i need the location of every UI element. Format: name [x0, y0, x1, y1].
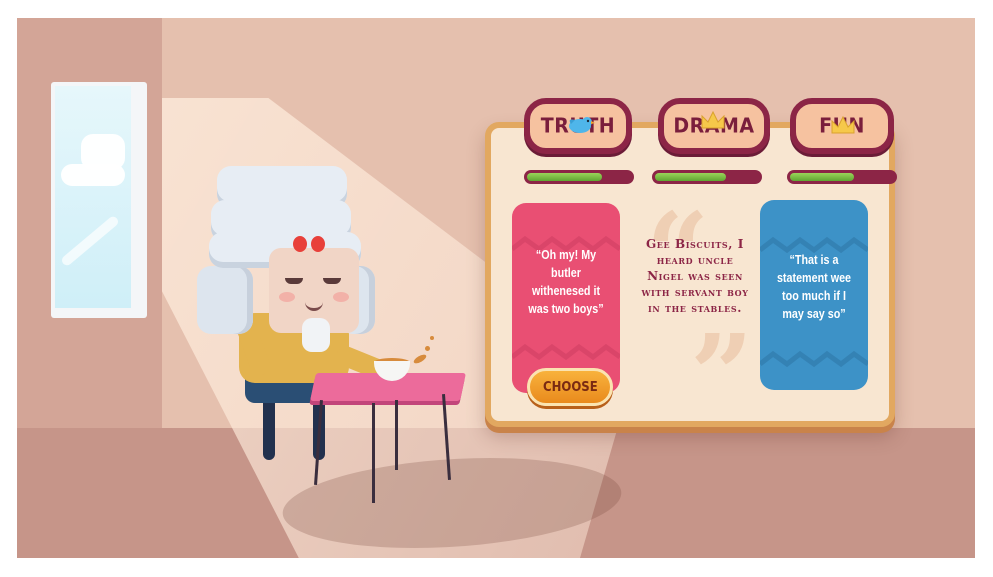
truth-option-card[interactable]: “Oh my! My butler withenesed it was two …: [512, 203, 620, 393]
bird-icon: [569, 117, 595, 133]
red-bow: [293, 236, 327, 252]
truth-progress-fill: [527, 173, 602, 181]
window: [51, 82, 147, 318]
soup-splash: [425, 346, 430, 351]
truth-progress-bar: [524, 170, 634, 184]
cloud: [61, 164, 125, 186]
character-cheek: [279, 292, 295, 302]
zigzag-pattern: [512, 343, 620, 361]
fun-option-card[interactable]: “That is a statement wee too much if I m…: [760, 200, 868, 390]
choose-button[interactable]: CHOOSE: [527, 368, 613, 406]
wig-curl-left: [197, 266, 253, 334]
crown-icon: [701, 110, 725, 129]
fun-progress-fill: [790, 173, 854, 181]
drama-option-text[interactable]: Gee Biscuits, I heard uncle Nigel was se…: [640, 236, 750, 316]
table-leg: [372, 403, 375, 503]
choose-button-label: CHOOSE: [542, 379, 598, 395]
window-glass: [55, 86, 131, 308]
crown-icon: [831, 115, 855, 134]
drama-progress-fill: [655, 173, 726, 181]
table-leg: [395, 400, 398, 470]
character-eye: [323, 278, 341, 284]
zigzag-pattern: [760, 350, 868, 368]
character-cheek: [333, 292, 349, 302]
soup-splash: [430, 336, 434, 340]
cravat: [302, 318, 330, 352]
character-mouth: [305, 300, 323, 311]
close-quote-icon: ”: [690, 310, 754, 439]
fun-option-text: “That is a statement wee too much if I m…: [776, 253, 852, 321]
cloud: [59, 214, 121, 268]
truth-option-text: “Oh my! My butler withenesed it was two …: [528, 248, 604, 316]
drama-progress-bar: [652, 170, 762, 184]
character-eye: [285, 278, 303, 284]
fun-progress-bar: [787, 170, 897, 184]
